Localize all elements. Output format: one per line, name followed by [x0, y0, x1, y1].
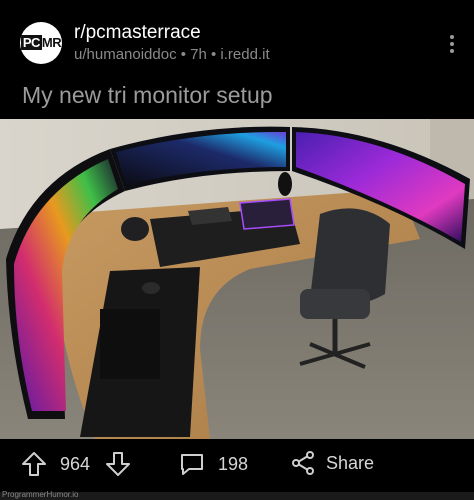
post-image[interactable]: [0, 119, 474, 439]
avatar-logo: PC MR: [20, 35, 62, 50]
subreddit-avatar[interactable]: PC MR: [20, 22, 62, 64]
comment-button[interactable]: 198: [178, 450, 248, 478]
share-icon: [292, 451, 314, 475]
share-button[interactable]: Share: [290, 450, 374, 476]
comment-icon: [181, 454, 203, 475]
subreddit-name[interactable]: r/pcmasterrace: [74, 22, 201, 44]
vote-group: 964: [20, 450, 132, 478]
post-actions: 964 198 Share: [0, 440, 474, 490]
more-options-button[interactable]: [440, 32, 464, 56]
arrow-up-icon[interactable]: [20, 450, 48, 478]
more-vertical-icon: [450, 35, 454, 53]
watermark: ProgrammerHumor.io: [2, 490, 79, 499]
post-title[interactable]: My new tri monitor setup: [22, 82, 273, 109]
post-header: PC MR r/pcmasterrace u/humanoiddoc • 7h •…: [0, 0, 474, 80]
post-meta: u/humanoiddoc • 7h • i.redd.it: [74, 46, 270, 63]
arrow-down-icon[interactable]: [104, 450, 132, 478]
comment-count: 198: [218, 453, 249, 474]
upvote-count: 964: [60, 453, 91, 474]
desk-photo: [0, 119, 474, 439]
share-label: Share: [326, 452, 375, 473]
